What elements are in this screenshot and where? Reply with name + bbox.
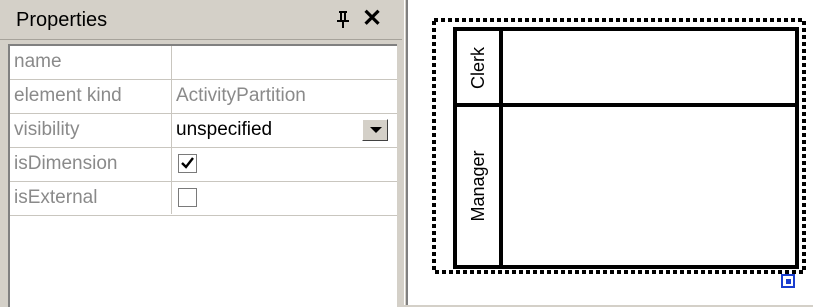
pin-icon[interactable] (334, 9, 352, 29)
lane-label-clerk[interactable]: Clerk (468, 46, 488, 89)
chevron-down-icon (370, 127, 382, 133)
visibility-dropdown-button[interactable] (362, 119, 388, 141)
property-row-isexternal[interactable]: isExternal (10, 182, 397, 216)
resize-handle-icon[interactable] (781, 274, 795, 288)
property-label: isDimension (14, 153, 118, 174)
property-row-name[interactable]: name (10, 46, 397, 80)
property-grid: name element kind ActivityPartition visi… (8, 44, 397, 307)
activity-partition-diagram: Clerk Manager (432, 18, 806, 288)
property-label: visibility (14, 119, 80, 140)
visibility-select-value[interactable]: unspecified (176, 119, 272, 141)
property-row-element-kind[interactable]: element kind ActivityPartition (10, 80, 397, 114)
lane-label-manager[interactable]: Manager (468, 150, 488, 221)
property-row-isdimension[interactable]: isDimension (10, 148, 397, 182)
diagram-canvas[interactable]: Clerk Manager (408, 0, 813, 305)
close-icon[interactable]: ✕ (361, 7, 383, 31)
properties-header: Properties ✕ (0, 0, 402, 40)
property-label: isExternal (14, 187, 98, 208)
panel-title: Properties (16, 9, 108, 31)
property-label: element kind (14, 85, 122, 106)
isexternal-checkbox[interactable] (178, 188, 197, 207)
properties-panel: Properties ✕ name element kind ActivityP… (0, 0, 404, 307)
isdimension-checkbox[interactable] (178, 154, 197, 173)
property-row-visibility[interactable]: visibility unspecified (10, 114, 397, 148)
property-label: name (14, 51, 62, 72)
partition-frame[interactable] (453, 27, 799, 269)
checkmark-icon (181, 157, 194, 169)
property-value-element-kind: ActivityPartition (176, 85, 306, 106)
